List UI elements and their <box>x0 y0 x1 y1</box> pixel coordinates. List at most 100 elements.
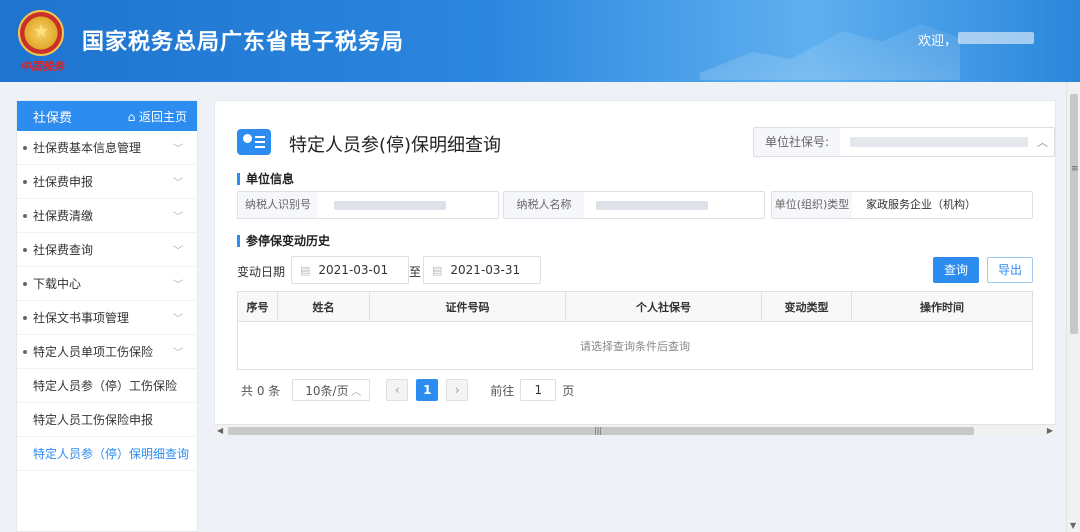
taxpayer-name-value-redacted <box>596 201 708 210</box>
bullet-icon <box>23 179 27 184</box>
sidebar-item-label: 下载中心 <box>33 277 82 291</box>
chevron-down-icon: ﹀ <box>173 212 183 223</box>
main-panel: 特定人员参(停)保明细查询 单位社保号: ︿ 单位信息 纳税人识别号 纳税人名称… <box>214 100 1056 434</box>
bullet-icon <box>23 349 27 354</box>
sidebar-item-declare[interactable]: 社保费申报 ﹀ <box>17 165 197 199</box>
export-button[interactable]: 导出 <box>987 257 1033 283</box>
horizontal-scrollbar[interactable]: ◀ ||| ▶ <box>214 424 1056 436</box>
scroll-down-icon[interactable]: ▼ <box>1070 521 1076 530</box>
sidebar-item-documents[interactable]: 社保文书事项管理 ﹀ <box>17 301 197 335</box>
sidebar-item-label: 社保费基本信息管理 <box>33 141 142 155</box>
page-number-current[interactable]: 1 <box>416 379 439 401</box>
site-title: 国家税务总局广东省电子税务局 <box>82 30 405 55</box>
vertical-scrollbar[interactable]: ≡ ▼ <box>1066 82 1080 532</box>
sidebar-item-payment[interactable]: 社保费清缴 ﹀ <box>17 199 197 233</box>
scroll-grip-icon: ||| <box>594 426 603 435</box>
unit-info-section-title: 单位信息 <box>237 173 294 185</box>
sidebar-subitem-enroll[interactable]: 特定人员参（停）工伤保险 <box>17 369 197 403</box>
sidebar-item-label: 社保文书事项管理 <box>33 311 130 325</box>
page-title: 特定人员参(停)保明细查询 <box>289 135 502 156</box>
date-from-picker[interactable]: ▤ 2021-03-01 <box>291 256 409 284</box>
taxpayer-id-value-redacted <box>334 201 446 210</box>
chevron-down-icon: ﹀ <box>173 314 183 325</box>
unit-type-label: 单位(组织)类型 <box>772 192 852 218</box>
chevron-down-icon: ﹀ <box>173 144 183 155</box>
scroll-grip-icon: ≡ <box>1071 164 1079 174</box>
table-header-row: 序号 姓名 证件号码 个人社保号 变动类型 操作时间 <box>237 291 1033 322</box>
sidebar-subitem-detail-query[interactable]: 特定人员参（停）保明细查询 <box>17 437 197 471</box>
sidebar-subitem-declare[interactable]: 特定人员工伤保险申报 <box>17 403 197 437</box>
chevron-down-icon: ﹀ <box>173 246 183 257</box>
column-header-name: 姓名 <box>277 291 370 322</box>
query-button[interactable]: 查询 <box>933 257 979 283</box>
taxpayer-name-field: 纳税人名称 <box>503 191 765 219</box>
page-suffix: 页 <box>562 383 575 398</box>
unit-ssn-label: 单位社保号: <box>754 128 840 156</box>
chevron-down-icon: ﹀ <box>173 280 183 291</box>
history-section-title: 参停保变动历史 <box>237 235 330 247</box>
bullet-icon <box>23 145 27 150</box>
column-header-personal-ssn: 个人社保号 <box>565 291 762 322</box>
history-table: 序号 姓名 证件号码 个人社保号 变动类型 操作时间 请选择查询条件后查询 <box>237 291 1033 370</box>
goto-label: 前往 <box>490 383 515 398</box>
top-banner: 中国税务 国家税务总局广东省电子税务局 欢迎， <box>0 0 1080 82</box>
date-to-picker[interactable]: ▤ 2021-03-31 <box>423 256 541 284</box>
sidebar-item-injury-insurance[interactable]: 特定人员单项工伤保险 ﹀ <box>17 335 197 369</box>
page-size-value: 10条/页 <box>305 383 349 398</box>
emblem-script-logo: 中国税务 <box>20 60 64 73</box>
chevron-left-icon: ‹ <box>394 383 400 397</box>
chevron-down-icon: ﹀ <box>173 178 183 189</box>
chevron-up-icon: ﹀ <box>173 348 183 359</box>
taxpayer-id-label: 纳税人识别号 <box>238 192 318 218</box>
table-empty-text: 请选择查询条件后查询 <box>237 321 1033 370</box>
tax-emblem-icon <box>18 10 64 56</box>
return-home-link[interactable]: ⌂ 返回主页 <box>128 108 187 125</box>
welcome-text: 欢迎， <box>918 34 958 49</box>
sidebar-item-basic-info[interactable]: 社保费基本信息管理 ﹀ <box>17 131 197 165</box>
column-header-index: 序号 <box>237 291 278 322</box>
bullet-icon <box>23 281 27 286</box>
sidebar-header: 社保费 ⌂ 返回主页 <box>17 101 197 131</box>
user-name-redacted <box>958 32 1034 44</box>
date-to-value: 2021-03-31 <box>450 263 521 277</box>
unit-ssn-select[interactable]: 单位社保号: ︿ <box>753 127 1055 157</box>
chevron-right-icon: › <box>454 383 460 397</box>
unit-ssn-value-redacted <box>850 137 1028 147</box>
scroll-right-icon[interactable]: ▶ <box>1047 425 1053 437</box>
change-date-label: 变动日期 <box>237 265 286 279</box>
taxpayer-name-label: 纳税人名称 <box>504 192 584 218</box>
sidebar-item-label: 社保费申报 <box>33 175 94 189</box>
column-header-change-type: 变动类型 <box>761 291 852 322</box>
sidebar: 社保费 ⌂ 返回主页 社保费基本信息管理 ﹀ 社保费申报 ﹀ 社保费清缴 ﹀ 社… <box>16 100 198 532</box>
goto-page-input[interactable]: 1 <box>520 379 557 401</box>
date-separator: 至 <box>409 265 422 279</box>
calendar-icon: ▤ <box>432 264 443 277</box>
unit-type-value: 家政服务企业（机构） <box>866 198 976 211</box>
next-page-button[interactable]: › <box>446 379 469 401</box>
prev-page-button[interactable]: ‹ <box>386 379 409 401</box>
sidebar-item-download[interactable]: 下载中心 ﹀ <box>17 267 197 301</box>
taxpayer-id-field: 纳税人识别号 <box>237 191 499 219</box>
bullet-icon <box>23 315 27 320</box>
scroll-left-icon[interactable]: ◀ <box>217 425 223 437</box>
sidebar-item-label: 特定人员单项工伤保险 <box>33 345 154 359</box>
vertical-scroll-thumb[interactable] <box>1070 94 1078 334</box>
date-from-value: 2021-03-01 <box>318 263 389 277</box>
unit-type-field: 单位(组织)类型 家政服务企业（机构） <box>771 191 1033 219</box>
chevron-up-icon: ︿ <box>1037 136 1048 149</box>
pagination: 共 0 条 10条/页 ︿ ‹ 1 › 前往 1 页 <box>241 379 574 401</box>
bullet-icon <box>23 247 27 252</box>
sidebar-item-query[interactable]: 社保费查询 ﹀ <box>17 233 197 267</box>
column-header-operation-time: 操作时间 <box>851 291 1033 322</box>
id-card-icon <box>237 129 271 155</box>
calendar-icon: ▤ <box>300 264 311 277</box>
chevron-up-icon: ︿ <box>351 386 362 398</box>
sidebar-item-label: 社保费清缴 <box>33 209 94 223</box>
sidebar-item-label: 社保费查询 <box>33 243 94 257</box>
sidebar-title: 社保费 <box>33 110 73 126</box>
column-header-id-number: 证件号码 <box>369 291 566 322</box>
table-empty-row: 请选择查询条件后查询 <box>237 321 1033 370</box>
page-size-select[interactable]: 10条/页 ︿ <box>292 379 371 401</box>
bullet-icon <box>23 213 27 218</box>
total-count: 共 0 条 <box>241 383 281 398</box>
